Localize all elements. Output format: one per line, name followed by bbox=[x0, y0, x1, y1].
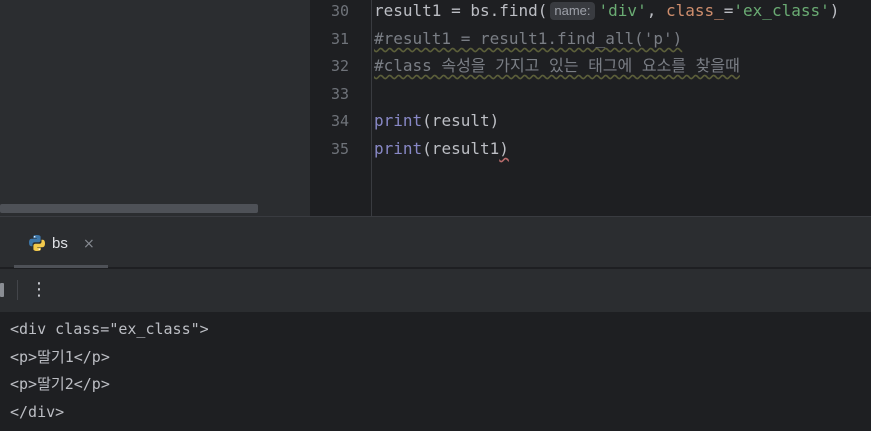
code-line-32[interactable]: #class 속성을 가지고 있는 태그에 요소를 찾을때 bbox=[374, 56, 740, 76]
line-number: 31 bbox=[330, 30, 349, 48]
code-line-31[interactable]: #result1 = result1.find_all('p') bbox=[374, 29, 682, 49]
line-number: 35 bbox=[330, 140, 349, 158]
code-line-34[interactable]: print(result) bbox=[374, 111, 499, 131]
toolbar-separator bbox=[17, 280, 18, 300]
run-tool-window-header bbox=[0, 217, 871, 267]
parameter-hint: name: bbox=[550, 2, 595, 20]
close-icon[interactable]: × bbox=[83, 234, 95, 254]
line-number: 33 bbox=[330, 85, 349, 103]
code-text: result1 = bs.find( bbox=[374, 1, 548, 20]
code-text: (result) bbox=[422, 111, 500, 130]
more-options-icon[interactable]: ⋮ bbox=[30, 279, 48, 301]
console-line: <p>딸기2</p> bbox=[10, 375, 110, 393]
code-text: ) bbox=[499, 139, 509, 158]
horizontal-scrollbar[interactable] bbox=[0, 204, 258, 213]
stop-icon[interactable] bbox=[0, 283, 4, 297]
code-text: , bbox=[646, 1, 666, 20]
python-icon bbox=[29, 235, 45, 251]
project-pane bbox=[0, 0, 310, 216]
code-line-35[interactable]: print(result1) bbox=[374, 139, 509, 159]
code-line-30[interactable]: result1 = bs.find(name:'div', class_='ex… bbox=[374, 1, 839, 21]
line-number: 30 bbox=[330, 2, 349, 20]
line-number: 32 bbox=[330, 57, 349, 75]
keyword-argument: class_ bbox=[665, 1, 724, 20]
console-line: <div class="ex_class"> bbox=[10, 320, 209, 338]
string-literal: 'ex_class' bbox=[733, 1, 830, 20]
code-text: ) bbox=[829, 1, 840, 20]
code-text: (result1 bbox=[422, 139, 500, 158]
run-tab-label: bs bbox=[52, 235, 68, 252]
builtin-function: print bbox=[374, 111, 423, 130]
string-literal: 'div' bbox=[598, 1, 647, 20]
builtin-function: print bbox=[374, 139, 423, 158]
console-line: </div> bbox=[10, 403, 65, 421]
code-text: = bbox=[723, 1, 734, 20]
run-toolbar bbox=[0, 268, 871, 312]
console-line: <p>딸기1</p> bbox=[10, 348, 110, 366]
line-number: 34 bbox=[330, 112, 349, 130]
